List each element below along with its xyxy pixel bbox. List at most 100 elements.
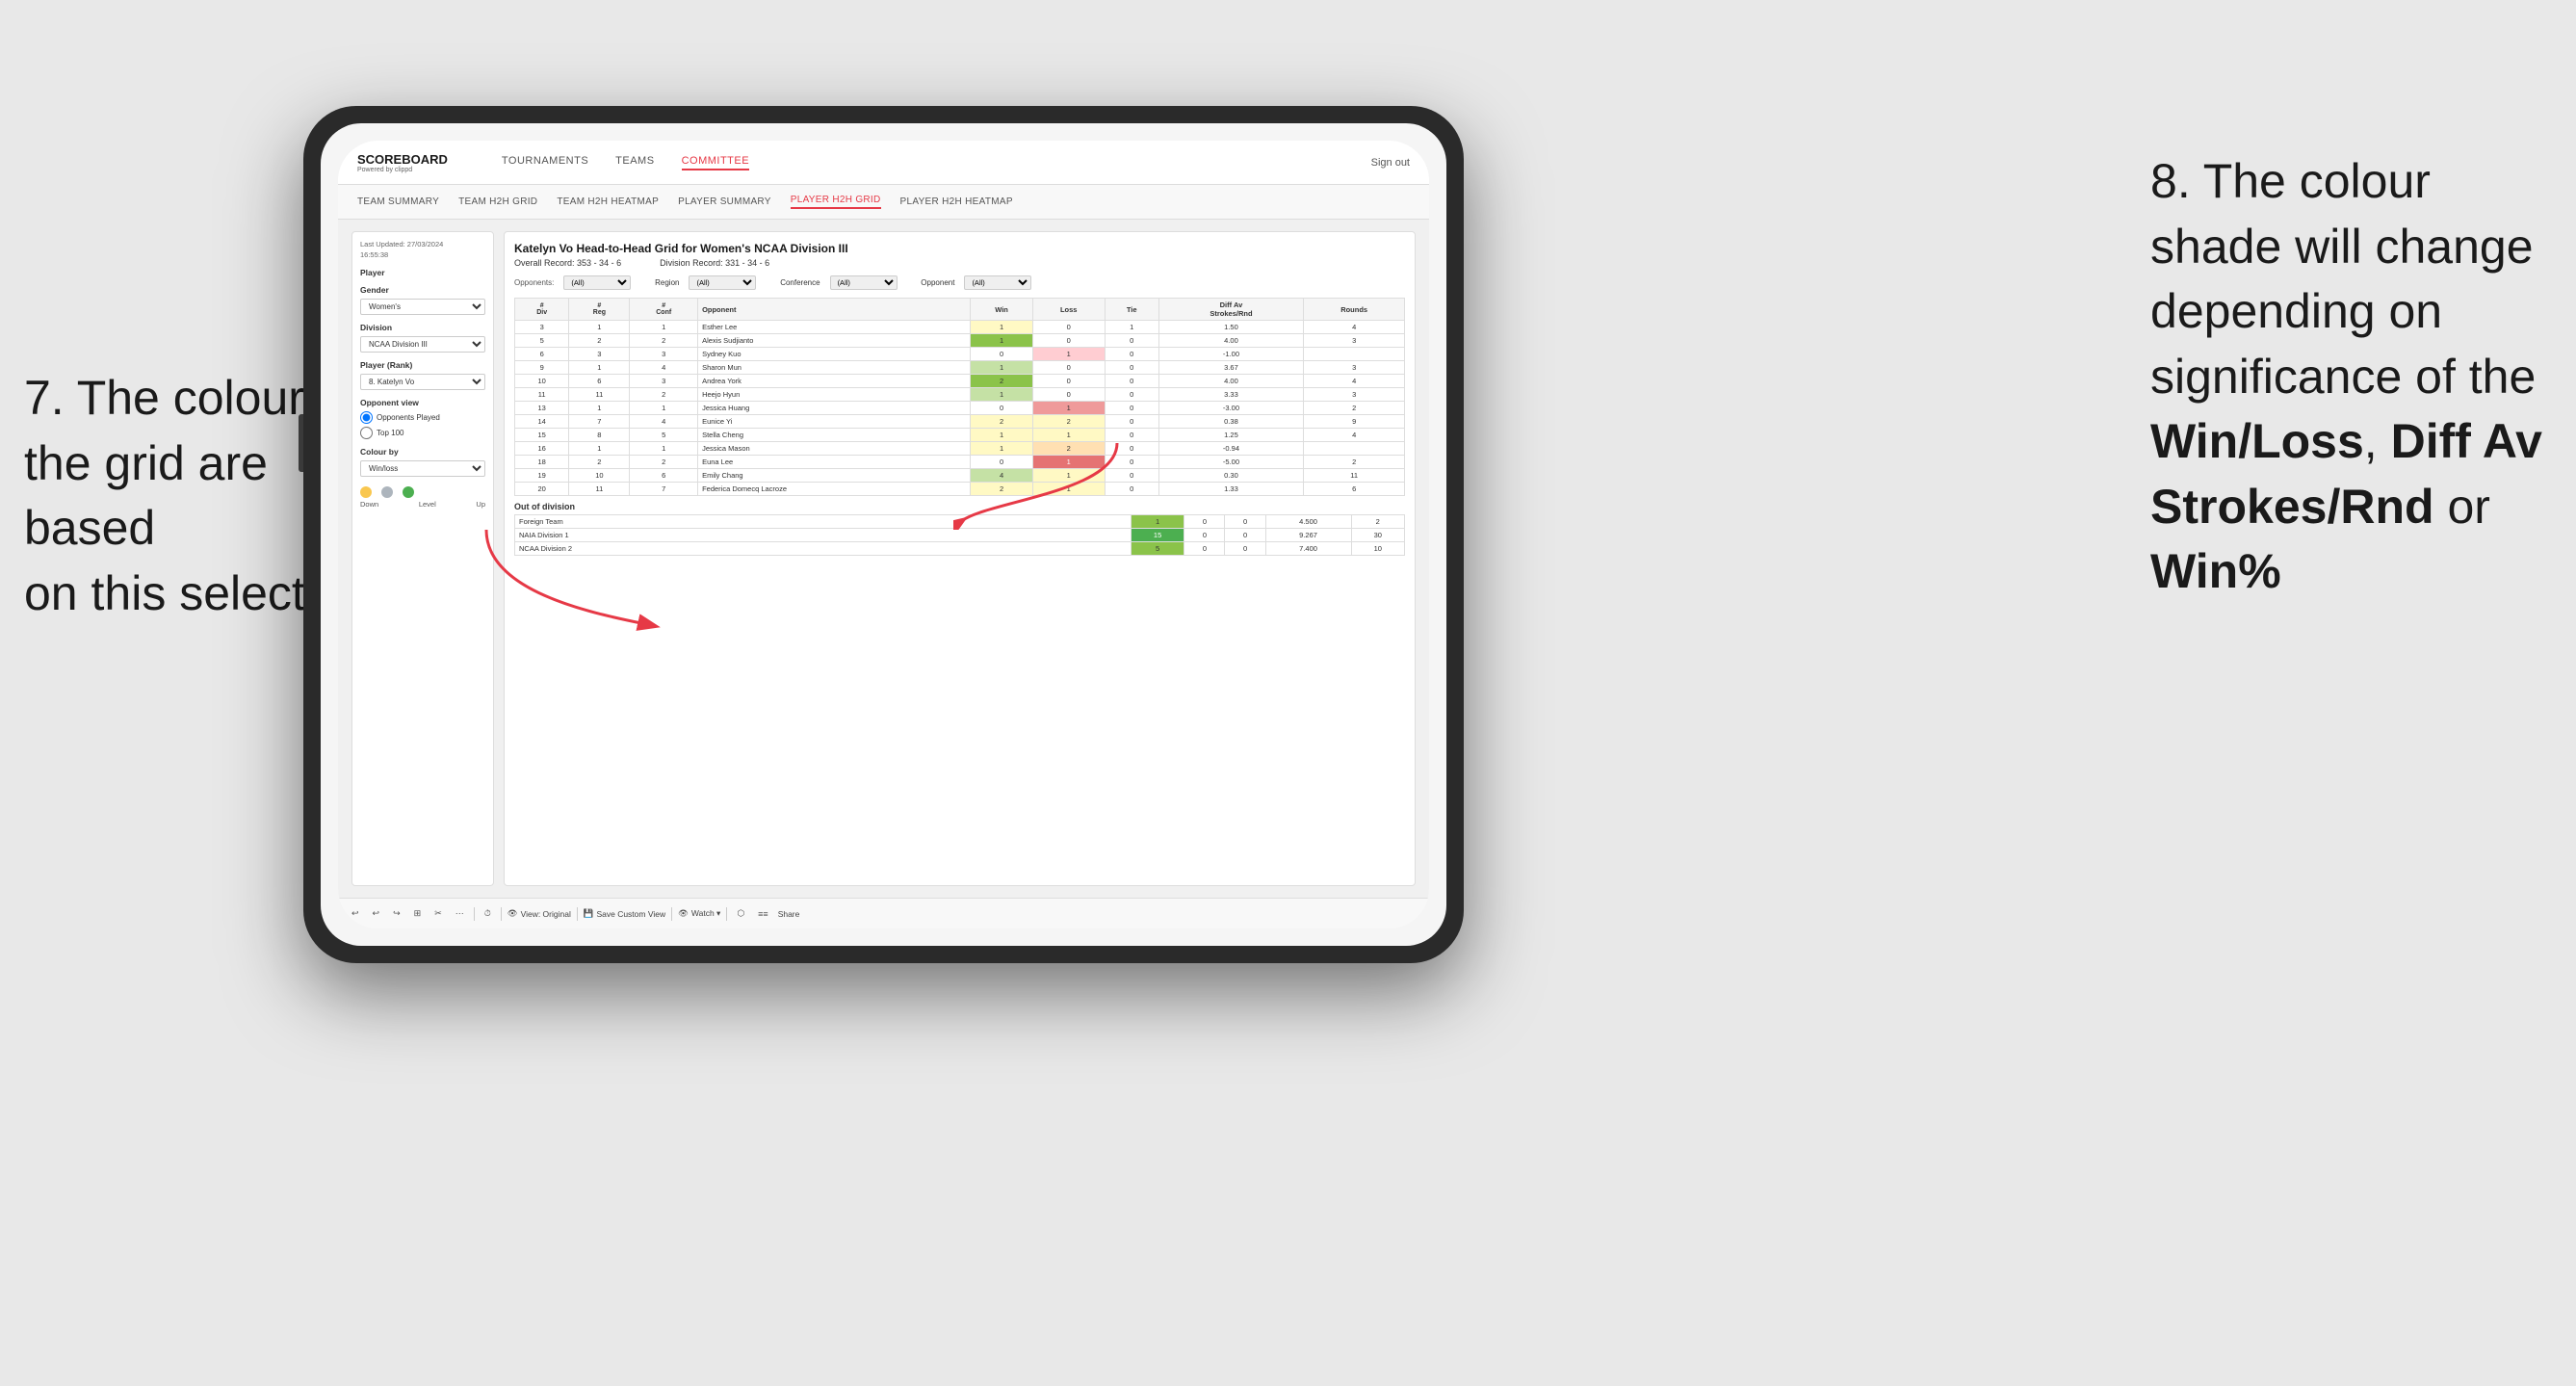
filter-opponents-select[interactable]: (All): [563, 275, 631, 290]
nav-tournaments[interactable]: TOURNAMENTS: [502, 155, 588, 170]
cell-rounds: 3: [1304, 334, 1405, 348]
gender-select[interactable]: Women's: [360, 299, 485, 315]
save-custom-btn[interactable]: 💾 Save Custom View: [584, 908, 665, 919]
cell-conf: 3: [630, 375, 698, 388]
cell-win: 2: [971, 375, 1032, 388]
out-table-row: NCAA Division 2 5 0 0 7.400 10: [515, 542, 1405, 556]
share-btn[interactable]: Share: [778, 909, 800, 919]
filter-conference-select[interactable]: (All): [830, 275, 898, 290]
filter-conference-label: Conference: [780, 278, 820, 287]
more-btn[interactable]: ⋯: [452, 906, 468, 921]
watch-label: Watch ▾: [691, 908, 720, 919]
cell-reg: 2: [569, 334, 630, 348]
cell-opponent: Emily Chang: [698, 469, 971, 483]
player-rank-label: Player (Rank): [360, 360, 485, 370]
cell-reg: 8: [569, 429, 630, 442]
cell-rounds: 3: [1304, 388, 1405, 402]
annotation-left-text2: the grid are based: [24, 436, 268, 556]
cell-reg: 2: [569, 456, 630, 469]
redo-btn[interactable]: ↪: [389, 906, 404, 921]
subnav-team-h2h-heatmap[interactable]: TEAM H2H HEATMAP: [557, 196, 659, 207]
cell-opponent: Andrea York: [698, 375, 971, 388]
cell-out-win: 1: [1131, 515, 1184, 529]
sep5: [726, 907, 727, 921]
cut-btn[interactable]: ✂: [430, 906, 446, 921]
subnav-team-summary[interactable]: TEAM SUMMARY: [357, 196, 439, 207]
cell-loss: 1: [1032, 456, 1105, 469]
cell-diff: 0.30: [1158, 469, 1304, 483]
cell-div: 13: [515, 402, 569, 415]
radio-opponents-played[interactable]: Opponents Played: [360, 411, 485, 424]
col-tie: Tie: [1105, 299, 1158, 321]
opponent-view-options: Opponents Played Top 100: [360, 411, 485, 439]
cell-opponent: Sydney Kuo: [698, 348, 971, 361]
subnav-team-h2h-grid[interactable]: TEAM H2H GRID: [458, 196, 537, 207]
cell-out-win: 5: [1131, 542, 1184, 556]
nav-committee[interactable]: COMMITTEE: [682, 155, 750, 170]
cell-reg: 7: [569, 415, 630, 429]
cell-diff: 1.25: [1158, 429, 1304, 442]
cell-conf: 2: [630, 456, 698, 469]
cell-win: 1: [971, 442, 1032, 456]
clock-btn[interactable]: ⏱: [481, 906, 495, 921]
player-rank-select[interactable]: 8. Katelyn Vo: [360, 374, 485, 390]
cell-tie: 0: [1105, 388, 1158, 402]
division-label: Division: [360, 323, 485, 332]
col-div: # Div: [515, 299, 569, 321]
cell-reg: 1: [569, 321, 630, 334]
cell-div: 5: [515, 334, 569, 348]
cell-tie: 0: [1105, 361, 1158, 375]
tb-btn1[interactable]: ⬡: [733, 906, 748, 921]
tablet-button: [299, 414, 303, 472]
cell-conf: 1: [630, 321, 698, 334]
h2h-table: # Div # Reg # Conf: [514, 298, 1405, 496]
table-row: 16 1 1 Jessica Mason 1 2 0 -0.94: [515, 442, 1405, 456]
division-select[interactable]: NCAA Division III: [360, 336, 485, 353]
cell-opponent: Esther Lee: [698, 321, 971, 334]
table-row: 6 3 3 Sydney Kuo 0 1 0 -1.00: [515, 348, 1405, 361]
cell-rounds: 3: [1304, 361, 1405, 375]
player-section-title: Player: [360, 268, 485, 277]
cell-rounds: 9: [1304, 415, 1405, 429]
subnav-player-h2h-heatmap[interactable]: PLAYER H2H HEATMAP: [900, 196, 1013, 207]
subnav-player-h2h-grid[interactable]: PLAYER H2H GRID: [791, 195, 881, 209]
filter-region-select[interactable]: (All): [689, 275, 756, 290]
view-original-btn[interactable]: 👁 View: Original: [507, 908, 571, 919]
tb-btn2[interactable]: ≡≡: [754, 907, 772, 921]
table-row: 9 1 4 Sharon Mun 1 0 0 3.67 3: [515, 361, 1405, 375]
cell-div: 14: [515, 415, 569, 429]
col-diff: Diff AvStrokes/Rnd: [1158, 299, 1304, 321]
top-navigation: SCOREBOARD Powered by clippd TOURNAMENTS…: [338, 141, 1429, 185]
cell-loss: 1: [1032, 348, 1105, 361]
nav-teams[interactable]: TEAMS: [615, 155, 654, 170]
annotation-right: 8. The colour shade will change dependin…: [2150, 149, 2542, 605]
undo-btn[interactable]: ↩: [348, 906, 363, 921]
cell-rounds: 2: [1304, 402, 1405, 415]
colour-by-select[interactable]: Win/loss: [360, 460, 485, 477]
opponent-view-label: Opponent view: [360, 398, 485, 407]
ann-right-bold3: Win%: [2150, 544, 2281, 598]
watch-btn[interactable]: 👁 Watch ▾: [678, 908, 720, 919]
cell-diff: -1.00: [1158, 348, 1304, 361]
cell-win: 1: [971, 321, 1032, 334]
cell-rounds: [1304, 348, 1405, 361]
cell-opponent: Jessica Mason: [698, 442, 971, 456]
cell-tie: 0: [1105, 442, 1158, 456]
subnav-player-summary[interactable]: PLAYER SUMMARY: [678, 196, 771, 207]
grid-btn[interactable]: ⊞: [410, 906, 426, 921]
colour-labels: Down Level Up: [360, 500, 485, 509]
last-updated: Last Updated: 27/03/2024 16:55:38: [360, 240, 485, 260]
cell-conf: 5: [630, 429, 698, 442]
cell-rounds: 4: [1304, 375, 1405, 388]
cell-opponent: Alexis Sudjianto: [698, 334, 971, 348]
radio-top100[interactable]: Top 100: [360, 427, 485, 439]
table-row: 3 1 1 Esther Lee 1 0 1 1.50 4: [515, 321, 1405, 334]
col-loss: Loss: [1032, 299, 1105, 321]
filter-opponent-select[interactable]: (All): [964, 275, 1031, 290]
cell-div: 20: [515, 483, 569, 496]
sep1: [474, 907, 475, 921]
nav-sign-out[interactable]: Sign out: [1371, 157, 1410, 169]
cell-reg: 6: [569, 375, 630, 388]
undo2-btn[interactable]: ↩: [369, 906, 384, 921]
cell-reg: 11: [569, 388, 630, 402]
